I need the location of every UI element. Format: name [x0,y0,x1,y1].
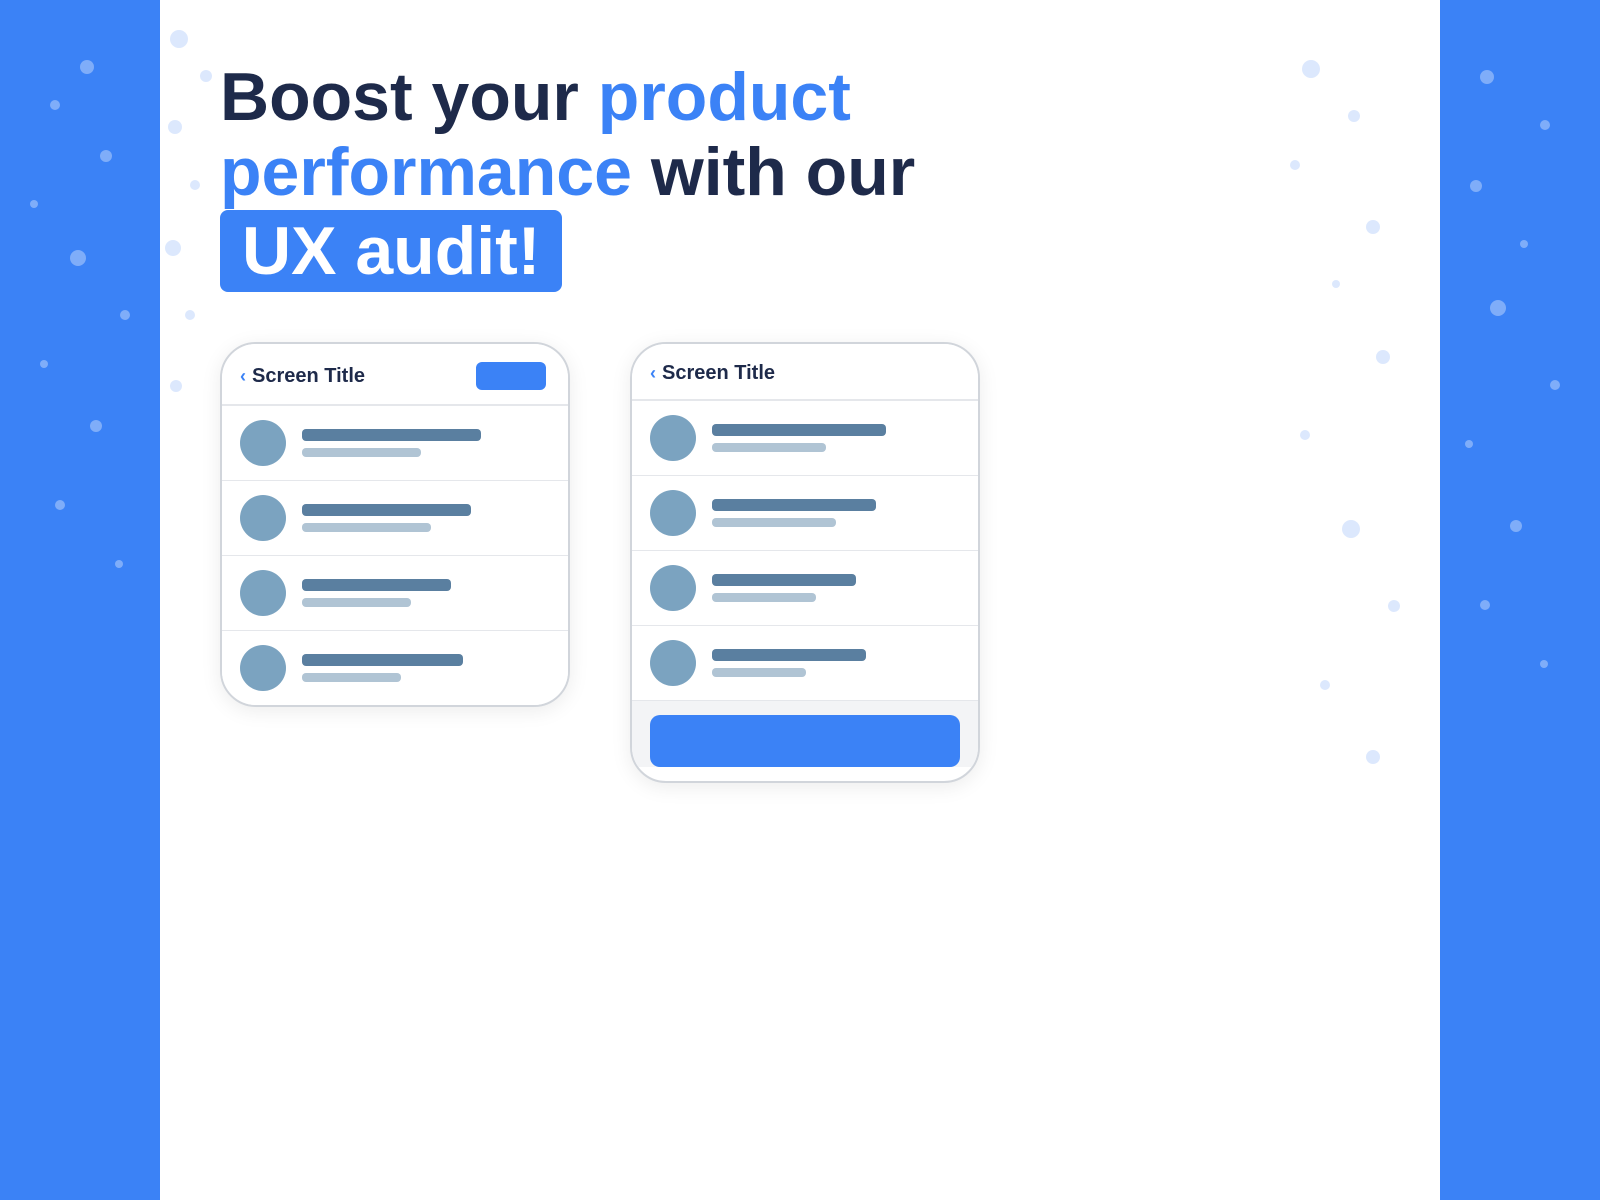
right-sidebar [1440,0,1600,1200]
phone2-list-item [632,551,978,626]
phone1-avatar-2 [240,495,286,541]
phone2-list-item [632,401,978,476]
decorative-dot [1300,430,1310,440]
decorative-dot [1320,680,1330,690]
phone2-line-secondary-1 [712,443,826,452]
decorative-dot [1540,660,1548,668]
phone2-list-item [632,626,978,701]
phone2-avatar-4 [650,640,696,686]
phone1-header: ‹ Screen Title [222,344,568,406]
phone2-title: Screen Title [662,362,775,385]
phone1-body [222,406,568,705]
decorative-dot [30,200,38,208]
decorative-dot [90,420,102,432]
decorative-dot [170,380,182,392]
left-sidebar [0,0,160,1200]
phone1-list-item [222,556,568,631]
decorative-dot [1520,240,1528,248]
phone1-list-item [222,631,568,705]
phone1-line-primary-2 [302,504,471,516]
phone1-avatar-3 [240,570,286,616]
page-layout: Boost your productperformance with our U… [0,0,1600,1200]
phone1-header-left: ‹ Screen Title [240,365,365,388]
phone2-header: ‹ Screen Title [632,344,978,401]
phone-mockup-2: ‹ Screen Title [630,342,980,783]
phone2-bottom-button[interactable] [650,715,960,767]
decorative-dot [40,360,48,368]
main-headline: Boost your productperformance with our U… [220,60,920,292]
decorative-dot [1550,380,1560,390]
decorative-dot [50,100,60,110]
phone1-line-secondary-2 [302,523,431,532]
phone2-lines-4 [712,649,960,677]
phone1-line-secondary-4 [302,673,401,682]
phone2-avatar-3 [650,565,696,611]
phone1-lines-3 [302,579,550,607]
phone2-body [632,401,978,767]
phone1-list-item [222,481,568,556]
phone1-header-button[interactable] [476,362,546,390]
phone1-lines-1 [302,429,550,457]
decorative-dot [1342,520,1360,538]
phone1-line-secondary-3 [302,598,411,607]
decorative-dot [115,560,123,568]
phone1-line-secondary-1 [302,448,421,457]
phone2-line-primary-2 [712,499,876,511]
phone2-lines-1 [712,424,960,452]
phone1-line-primary-3 [302,579,451,591]
phone1-title: Screen Title [252,365,365,388]
phone1-avatar-4 [240,645,286,691]
phone2-line-primary-1 [712,424,886,436]
phone1-avatar-1 [240,420,286,466]
headline-part1: Boost your [220,59,598,135]
decorative-dot [168,120,182,134]
phone2-line-secondary-2 [712,518,836,527]
decorative-dot [1480,600,1490,610]
phone2-avatar-2 [650,490,696,536]
heading-section: Boost your productperformance with our U… [220,60,1380,292]
decorative-dot [80,60,94,74]
phone2-back-arrow[interactable]: ‹ [650,363,656,384]
phone2-list-item [632,476,978,551]
phone2-line-secondary-3 [712,593,816,602]
phone2-lines-3 [712,574,960,602]
phone1-list-item [222,406,568,481]
decorative-dot [1510,520,1522,532]
phone1-lines-4 [302,654,550,682]
phone2-line-primary-4 [712,649,866,661]
phone2-line-primary-3 [712,574,856,586]
headline-badge: UX audit! [220,210,562,293]
phones-section: ‹ Screen Title [220,342,1380,1200]
decorative-dot [1388,600,1400,612]
decorative-dot [55,500,65,510]
decorative-dot [170,30,188,48]
decorative-dot [165,240,181,256]
headline-part2: with our [632,134,915,210]
phone2-line-secondary-4 [712,668,806,677]
decorative-dot [1490,300,1506,316]
decorative-dot [70,250,86,266]
decorative-dot [120,310,130,320]
decorative-dot [1540,120,1550,130]
phone2-header-left: ‹ Screen Title [650,362,775,385]
phone1-line-primary-4 [302,654,463,666]
phone-mockup-1: ‹ Screen Title [220,342,570,707]
phone1-lines-2 [302,504,550,532]
phone2-avatar-1 [650,415,696,461]
decorative-dot [200,70,212,82]
decorative-dot [1470,180,1482,192]
decorative-dot [1366,750,1380,764]
decorative-dot [1465,440,1473,448]
phone1-back-arrow[interactable]: ‹ [240,366,246,387]
decorative-dot [185,310,195,320]
phone1-line-primary-1 [302,429,481,441]
decorative-dot [100,150,112,162]
main-content: Boost your productperformance with our U… [160,0,1440,1200]
phone2-lines-2 [712,499,960,527]
decorative-dot [1480,70,1494,84]
decorative-dot [190,180,200,190]
decorative-dot [1376,350,1390,364]
